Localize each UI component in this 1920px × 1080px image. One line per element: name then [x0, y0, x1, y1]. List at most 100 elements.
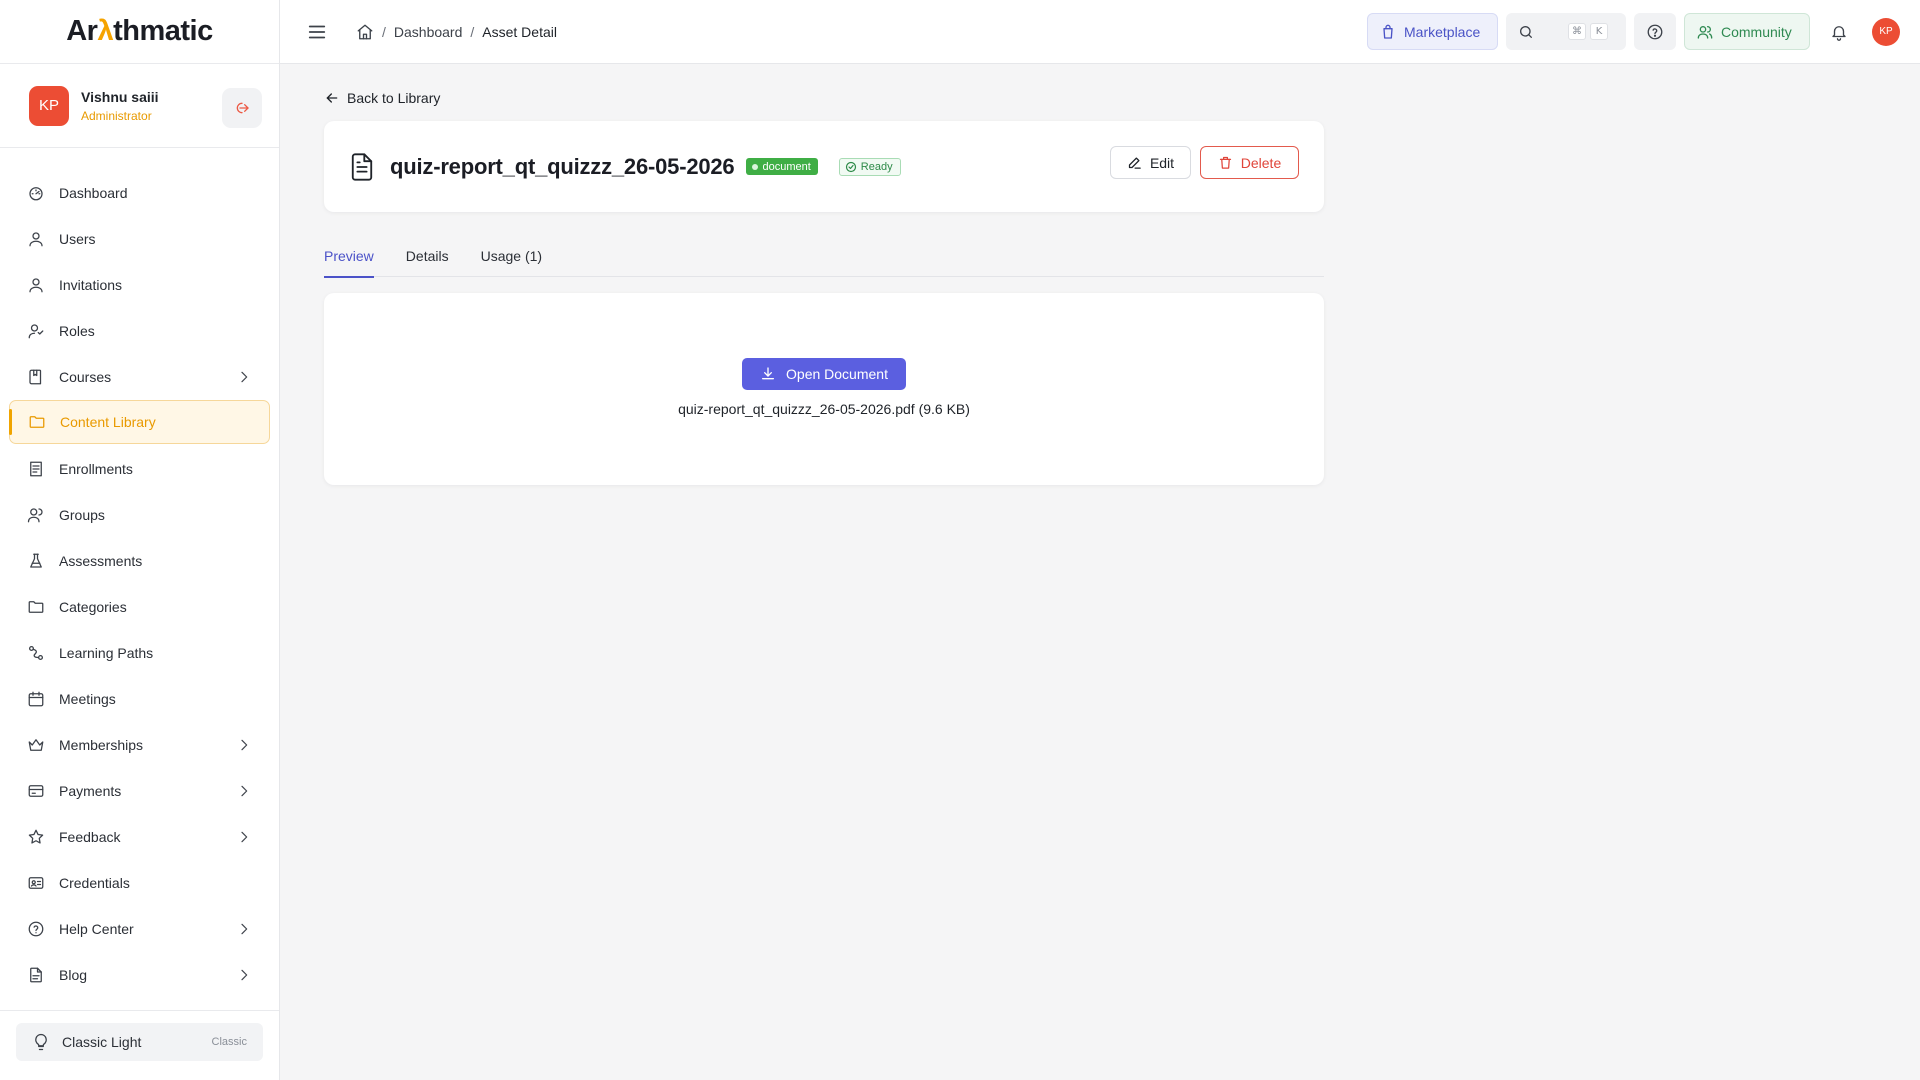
logo[interactable]: Arλthmatic	[0, 0, 279, 64]
user-name: Vishnu saiii	[81, 88, 159, 105]
edit-label: Edit	[1149, 154, 1175, 171]
users-icon	[1697, 24, 1721, 40]
theme-switcher-button[interactable]: Classic Light Classic	[16, 1023, 263, 1061]
credit-card-icon	[27, 782, 45, 800]
tab-details[interactable]: Details	[406, 237, 449, 277]
asset-tabs: Preview Details Usage (1)	[324, 237, 1324, 278]
sidebar-item-help-center[interactable]: Help Center	[0, 906, 279, 952]
shopping-bag-icon	[1380, 24, 1404, 40]
open-document-button[interactable]: Open Document	[742, 358, 906, 390]
theme-tag: Classic	[211, 1036, 247, 1048]
marketplace-label: Marketplace	[1404, 23, 1481, 40]
sidebar-item-label: Content Library	[60, 414, 156, 430]
sidebar-item-groups[interactable]: Groups	[0, 492, 279, 538]
user-icon	[27, 230, 45, 248]
delete-label: Delete	[1240, 154, 1282, 171]
tab-usage[interactable]: Usage (1)	[481, 237, 542, 277]
back-to-library-link[interactable]: Back to Library	[324, 88, 1324, 108]
top-header: / Dashboard / Asset Detail Marketplace ⌘…	[280, 0, 1920, 64]
sidebar-item-courses[interactable]: Courses	[0, 354, 279, 400]
sidebar: Arλthmatic KP Vishnu saiii Administrator…	[0, 0, 280, 1080]
sidebar-item-users[interactable]: Users	[0, 216, 279, 262]
logout-button[interactable]	[222, 88, 262, 128]
sidebar-item-roles[interactable]: Roles	[0, 308, 279, 354]
search-icon	[1518, 24, 1534, 40]
main-content: Back to Library quiz-report_qt_quizzz_26…	[324, 64, 1324, 485]
breadcrumb-separator: /	[382, 23, 386, 40]
sidebar-item-label: Groups	[59, 507, 105, 523]
chevron-right-icon[interactable]	[236, 967, 252, 983]
asset-header-card: quiz-report_qt_quizzz_26-05-2026 documen…	[324, 121, 1324, 212]
file-name: quiz-report_qt_quizzz_26-05-2026.pdf (9.…	[678, 401, 970, 417]
notifications-button[interactable]	[1818, 13, 1860, 50]
shortcut-key-cmd: ⌘	[1568, 23, 1586, 40]
sidebar-item-assessments[interactable]: Assessments	[0, 538, 279, 584]
marketplace-button[interactable]: Marketplace	[1367, 13, 1498, 50]
sidebar-item-content-library[interactable]: Content Library	[9, 400, 270, 444]
badge-dot	[752, 163, 759, 170]
edit-button[interactable]: Edit	[1110, 146, 1191, 179]
sidebar-item-label: Dashboard	[59, 185, 128, 201]
list-icon	[27, 460, 45, 478]
chevron-right-icon[interactable]	[236, 369, 252, 385]
chevron-right-icon[interactable]	[236, 921, 252, 937]
chevron-right-icon[interactable]	[236, 737, 252, 753]
calendar-icon	[27, 690, 45, 708]
breadcrumb-dashboard[interactable]: Dashboard	[394, 24, 463, 40]
sidebar-item-blog[interactable]: Blog	[0, 952, 279, 998]
sidebar-item-invitations[interactable]: Invitations	[0, 262, 279, 308]
sidebar-item-memberships[interactable]: Memberships	[0, 722, 279, 768]
sidebar-item-learning-paths[interactable]: Learning Paths	[0, 630, 279, 676]
community-button[interactable]: Community	[1684, 13, 1810, 50]
sidebar-item-categories[interactable]: Categories	[0, 584, 279, 630]
open-document-label: Open Document	[786, 366, 888, 382]
status-badge: Ready	[838, 157, 901, 176]
logout-icon	[234, 100, 250, 116]
sidebar-item-payments[interactable]: Payments	[0, 768, 279, 814]
user-roles-icon	[27, 322, 45, 340]
id-card-icon	[27, 874, 45, 892]
user-role: Administrator	[81, 108, 152, 123]
lightbulb-icon	[32, 1033, 50, 1051]
sidebar-item-feedback[interactable]: Feedback	[0, 814, 279, 860]
download-icon	[760, 366, 786, 382]
theme-label: Classic Light	[62, 1034, 142, 1050]
back-label: Back to Library	[347, 90, 441, 106]
help-button[interactable]	[1634, 13, 1676, 50]
sidebar-item-meetings[interactable]: Meetings	[0, 676, 279, 722]
menu-icon[interactable]	[306, 21, 328, 43]
chevron-right-icon[interactable]	[236, 783, 252, 799]
type-badge: document	[746, 158, 818, 175]
user-icon	[27, 276, 45, 294]
sidebar-item-label: Blog	[59, 967, 88, 983]
sidebar-item-label: Meetings	[59, 691, 116, 707]
home-icon[interactable]	[356, 23, 374, 41]
user-card: KP Vishnu saiii Administrator	[0, 64, 279, 148]
search-button[interactable]: ⌘ K	[1506, 13, 1626, 50]
flask-icon	[27, 552, 45, 570]
sidebar-item-label: Courses	[59, 369, 112, 385]
sidebar-item-dashboard[interactable]: Dashboard	[0, 170, 279, 216]
preview-panel: Open Document quiz-report_qt_quizzz_26-0…	[324, 293, 1324, 485]
user-avatar[interactable]: KP	[1872, 17, 1900, 46]
document-icon	[348, 152, 376, 182]
asset-title: quiz-report_qt_quizzz_26-05-2026	[390, 153, 735, 179]
crown-icon	[27, 736, 45, 754]
pencil-icon	[1127, 155, 1150, 170]
sidebar-item-label: Invitations	[59, 277, 123, 293]
header-actions: Marketplace ⌘ K Community KP	[1367, 13, 1900, 50]
sidebar-item-credentials[interactable]: Credentials	[0, 860, 279, 906]
file-text-icon	[27, 966, 45, 984]
arrow-left-icon	[324, 90, 347, 106]
sidebar-item-label: Help Center	[59, 921, 134, 937]
tab-preview[interactable]: Preview	[324, 237, 374, 278]
delete-button[interactable]: Delete	[1200, 146, 1299, 179]
sidebar-item-label: Assessments	[59, 553, 143, 569]
help-circle-icon	[1646, 23, 1664, 41]
chevron-right-icon[interactable]	[236, 829, 252, 845]
sidebar-item-label: Categories	[59, 599, 127, 615]
gauge-icon	[27, 184, 45, 202]
sidebar-item-enrollments[interactable]: Enrollments	[0, 446, 279, 492]
breadcrumb-current: Asset Detail	[482, 23, 557, 40]
avatar[interactable]: KP	[29, 85, 69, 126]
